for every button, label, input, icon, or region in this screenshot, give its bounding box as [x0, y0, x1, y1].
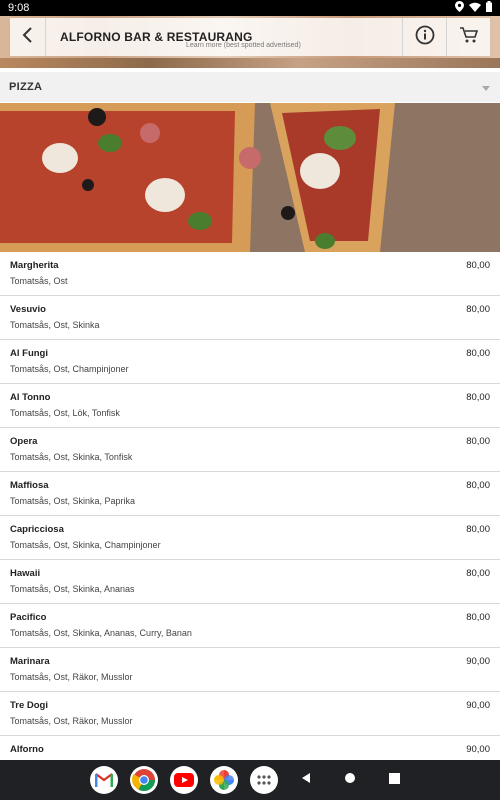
menu-item-row[interactable]: Opera 80,00 Tomatsås, Ost, Skinka, Tonfisk: [0, 428, 500, 472]
gmail-icon[interactable]: [90, 766, 118, 794]
menu-item-description: Tomatsås, Ost, Räkor, Musslor: [10, 672, 133, 682]
menu-item-name: Hawaii: [10, 568, 41, 579]
menu-item-name: Capricciosa: [10, 524, 64, 535]
menu-item-name: Pacifico: [10, 612, 47, 623]
cart-button[interactable]: [446, 18, 490, 56]
menu-item-description: Tomatsås, Ost, Skinka, Tonfisk: [10, 452, 133, 462]
dropdown-triangle-icon: [482, 78, 490, 96]
info-button[interactable]: [402, 18, 446, 56]
header: ALFORNO BAR & RESTAURANG Learn more (bes…: [0, 16, 500, 68]
menu-item-description: Tomatsås, Ost, Skinka: [10, 320, 100, 330]
menu-item-description: Tomatsås, Ost, Skinka, Ananas, Curry, Ba…: [10, 628, 192, 638]
menu-item-description: Tomatsås, Ost: [10, 276, 68, 286]
menu-item-name: Opera: [10, 436, 38, 447]
menu-item-price: 80,00: [466, 304, 490, 315]
menu-item-row[interactable]: Hawaii 80,00 Tomatsås, Ost, Skinka, Ananas: [0, 560, 500, 604]
location-icon: [455, 1, 464, 15]
back-triangle-icon: [300, 771, 312, 789]
category-title: PIZZA: [9, 81, 43, 93]
system-back-button[interactable]: [290, 766, 322, 794]
menu-item-description: Tomatsås, Ost, Räkor, Musslor: [10, 716, 133, 726]
menu-item-row[interactable]: Al Tonno 80,00 Tomatsås, Ost, Lök, Tonfisk: [0, 384, 500, 428]
system-recents-button[interactable]: [378, 766, 410, 794]
menu-item-price: 80,00: [466, 348, 490, 359]
menu-list: Margherita 80,00 Tomatsås, Ost Vesuvio 80,00…: [0, 252, 500, 780]
system-home-button[interactable]: [334, 766, 366, 794]
cart-icon: [459, 26, 479, 49]
menu-item-price: 80,00: [466, 392, 490, 403]
menu-item-description: Tomatsås, Ost, Skinka, Ananas: [10, 584, 135, 594]
menu-item-price: 90,00: [466, 700, 490, 711]
header-bar: ALFORNO BAR & RESTAURANG: [10, 18, 490, 56]
menu-item-row[interactable]: Vesuvio 80,00 Tomatsås, Ost, Skinka: [0, 296, 500, 340]
ad-note: Learn more (best spotted advertised): [186, 42, 301, 49]
menu-item-name: Maffiosa: [10, 480, 49, 491]
menu-item-description: Tomatsås, Ost, Champinjoner: [10, 364, 129, 374]
menu-item-price: 80,00: [466, 480, 490, 491]
battery-icon: [486, 1, 492, 15]
menu-item-name: Tre Dogi: [10, 700, 49, 711]
menu-item-name: Vesuvio: [10, 304, 46, 315]
pizza-hero-image: [0, 103, 500, 252]
menu-item-price: 90,00: [466, 656, 490, 667]
back-button[interactable]: [10, 18, 46, 56]
menu-item-name: Margherita: [10, 260, 59, 271]
youtube-icon[interactable]: [170, 766, 198, 794]
status-icons: [455, 1, 492, 15]
menu-item-name: Al Tonno: [10, 392, 51, 403]
photos-icon[interactable]: [210, 766, 238, 794]
menu-item-price: 80,00: [466, 436, 490, 447]
recents-square-icon: [388, 771, 400, 789]
menu-item-price: 80,00: [466, 568, 490, 579]
menu-item-row[interactable]: Capricciosa 80,00 Tomatsås, Ost, Skinka, C…: [0, 516, 500, 560]
category-header-pizza[interactable]: PIZZA: [0, 72, 500, 102]
header-image-strip: [0, 58, 500, 68]
menu-item-row[interactable]: Pacifico 80,00 Tomatsås, Ost, Skinka, Anan…: [0, 604, 500, 648]
menu-item-price: 80,00: [466, 524, 490, 535]
menu-item-price: 80,00: [466, 612, 490, 623]
menu-item-name: Alforno: [10, 744, 44, 755]
menu-item-description: Tomatsås, Ost, Skinka, Champinjoner: [10, 540, 161, 550]
menu-item-name: Al Fungi: [10, 348, 48, 359]
menu-item-description: Tomatsås, Ost, Lök, Tonfisk: [10, 408, 120, 418]
chrome-icon[interactable]: [130, 766, 158, 794]
wifi-icon: [469, 2, 481, 15]
menu-item-row[interactable]: Maffiosa 80,00 Tomatsås, Ost, Skinka, Papr…: [0, 472, 500, 516]
chevron-left-icon: [22, 26, 34, 48]
menu-item-name: Marinara: [10, 656, 50, 667]
home-circle-icon: [344, 771, 356, 789]
info-icon: [415, 25, 435, 50]
status-bar: 9:08: [0, 0, 500, 16]
menu-item-price: 80,00: [466, 260, 490, 271]
android-nav-bar: [0, 760, 500, 800]
menu-item-description: Tomatsås, Ost, Skinka, Paprika: [10, 496, 136, 506]
menu-item-row[interactable]: Marinara 90,00 Tomatsås, Ost, Räkor, Mussl…: [0, 648, 500, 692]
menu-item-row[interactable]: Tre Dogi 90,00 Tomatsås, Ost, Räkor, Mussl…: [0, 692, 500, 736]
app-drawer-icon[interactable]: [250, 766, 278, 794]
menu-item-row[interactable]: Al Fungi 80,00 Tomatsås, Ost, Champinjoner: [0, 340, 500, 384]
menu-item-row[interactable]: Margherita 80,00 Tomatsås, Ost: [0, 252, 500, 296]
menu-item-price: 90,00: [466, 744, 490, 755]
status-time: 9:08: [8, 2, 30, 14]
